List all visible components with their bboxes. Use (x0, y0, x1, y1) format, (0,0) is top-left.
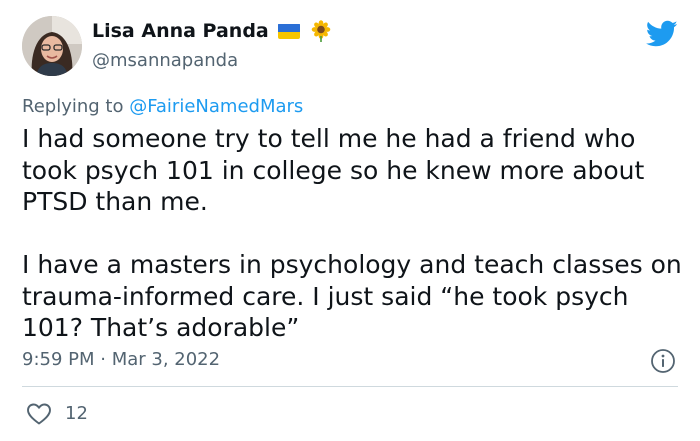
reply-mention-link[interactable]: @FairieNamedMars (129, 96, 303, 117)
tweet-paragraph: I have a masters in psychology and teach… (22, 250, 682, 342)
tweet-text: I had someone try to tell me he had a fr… (22, 123, 682, 344)
heart-icon[interactable] (26, 402, 52, 426)
twitter-bird-icon[interactable] (645, 20, 678, 48)
replying-to-prefix: Replying to (22, 96, 130, 117)
author-display-name[interactable]: Lisa Anna Panda (92, 20, 269, 42)
author-display-name-row[interactable]: Lisa Anna Panda (92, 20, 332, 42)
tweet-paragraph: I had someone try to tell me he had a fr… (22, 124, 645, 216)
info-icon[interactable] (650, 348, 676, 374)
divider (22, 386, 678, 387)
tweet-timestamp[interactable]: 9:59 PM · Mar 3, 2022 (22, 349, 220, 370)
avatar[interactable] (22, 16, 82, 76)
avatar-photo (22, 16, 82, 76)
sunflower-icon (310, 20, 332, 42)
like-count: 12 (65, 403, 88, 424)
author-handle[interactable]: @msannapanda (92, 50, 238, 71)
replying-to-line: Replying to @FairieNamedMars (22, 96, 303, 117)
ukraine-flag-icon (277, 23, 300, 39)
